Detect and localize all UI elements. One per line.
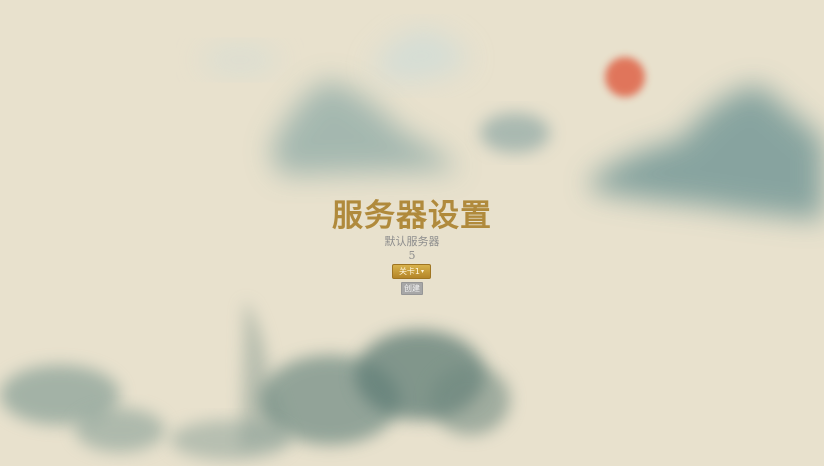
level-select-dropdown[interactable]: 关卡1▾ <box>392 264 431 279</box>
default-server-label: 默认服务器 <box>384 235 440 248</box>
level-select-label: 关卡1 <box>398 267 421 276</box>
create-button[interactable]: 创建 <box>401 282 423 295</box>
page-title: 服务器设置 <box>332 198 492 234</box>
server-settings-panel: 服务器设置 默认服务器 5 关卡1▾ 创建 <box>0 0 824 466</box>
chevron-down-icon: ▾ <box>421 268 425 275</box>
server-value: 5 <box>408 249 416 262</box>
